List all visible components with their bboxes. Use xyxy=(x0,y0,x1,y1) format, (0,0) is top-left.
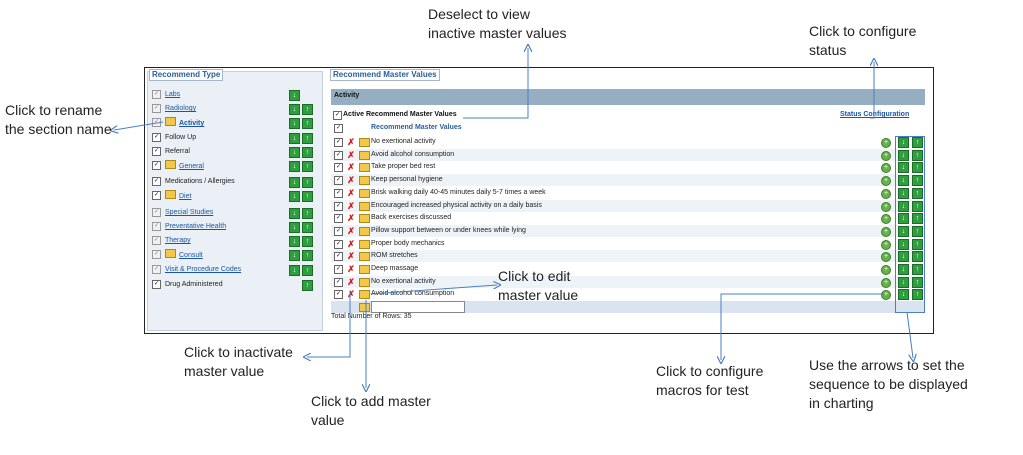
annotation-status: Click to configure status xyxy=(809,23,917,58)
annotation-edit: Click to edit master value xyxy=(498,268,579,303)
annotation-deselect: Deselect to view inactive master values xyxy=(428,6,567,41)
annotation-macros: Click to configure macros for test xyxy=(656,363,764,398)
annotation-rename: Click to rename the section name xyxy=(5,102,112,137)
annotation-add: Click to add master value xyxy=(311,393,431,428)
annotation-arrows: Use the arrows to set the sequence to be… xyxy=(809,357,968,411)
annotation-inactivate: Click to inactivate master value xyxy=(184,344,293,379)
